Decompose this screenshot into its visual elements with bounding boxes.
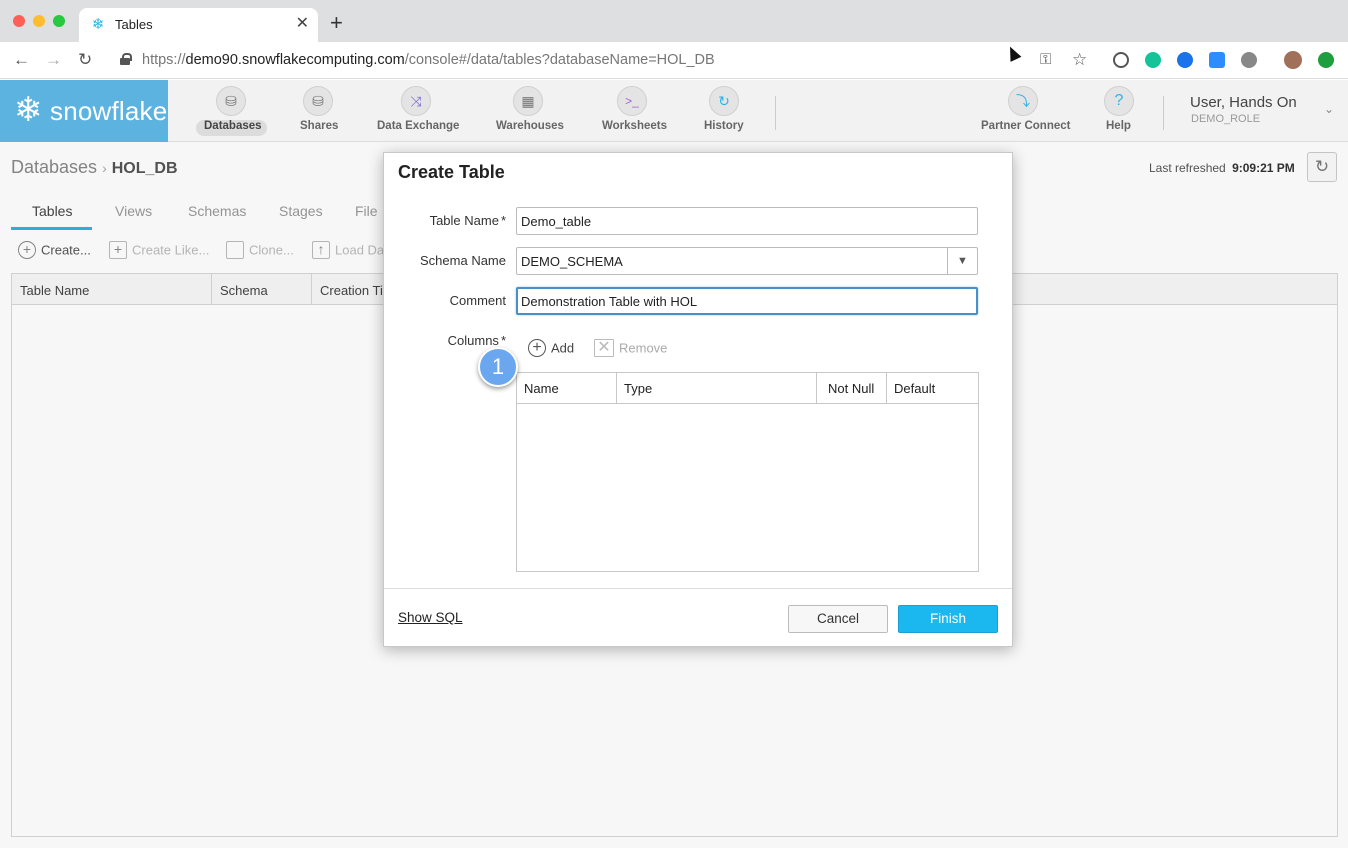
user-role: DEMO_ROLE	[1191, 113, 1261, 125]
grid-icon: ▦	[513, 86, 543, 116]
terminal-icon: >_	[617, 86, 647, 116]
grammarly-extension-icon[interactable]	[1145, 52, 1161, 68]
star-icon[interactable]: ☆	[1072, 50, 1087, 70]
back-arrow-icon[interactable]: ←	[13, 50, 30, 70]
nav-label: Data Exchange	[377, 120, 460, 132]
url-field[interactable]: https://demo90.snowflakecomputing.com/co…	[108, 46, 1098, 75]
nav-partner-connect[interactable]: ⤵ Partner Connect	[980, 80, 1071, 142]
nav-label: Help	[1106, 120, 1131, 132]
cancel-button[interactable]: Cancel	[788, 605, 888, 633]
key-icon[interactable]: ⚿	[1040, 50, 1051, 70]
nav-label: Shares	[300, 120, 339, 132]
nav-label: Warehouses	[496, 120, 564, 132]
plus-circle-icon: +	[528, 339, 546, 357]
remove-icon: ✕	[594, 339, 614, 357]
remove-label: Remove	[619, 340, 668, 356]
dialog-title: Create Table	[398, 162, 505, 182]
reload-icon[interactable]: ↻	[78, 50, 92, 70]
browser-tab[interactable]: ❄ Tables ✕	[79, 8, 318, 42]
nav-history[interactable]: ↻ History	[703, 80, 745, 142]
header-divider	[775, 96, 776, 130]
comment-label: Comment	[449, 293, 506, 308]
finish-button[interactable]: Finish	[898, 605, 998, 633]
snowflake-logo-icon: ❄	[14, 91, 43, 129]
header-divider	[1163, 96, 1164, 130]
extension-icon[interactable]	[1241, 52, 1257, 68]
show-sql-link[interactable]: Show SQL	[398, 610, 463, 625]
database-icon: ⛁	[216, 86, 246, 116]
url-path: /console#/data/tables?databaseName=HOL_D…	[404, 52, 715, 68]
column-header-not-null[interactable]: Not Null	[817, 373, 887, 404]
logo-text: snowflake	[50, 96, 168, 126]
comment-input[interactable]: Demonstration Table with HOL	[516, 287, 978, 315]
columns-grid: Name Type Not Null Default	[516, 372, 979, 572]
columns-label-text: Columns	[447, 333, 499, 348]
nav-label: Partner Connect	[981, 120, 1071, 132]
schema-name-select[interactable]: DEMO_SCHEMA ▼	[516, 247, 978, 275]
nav-label: Worksheets	[602, 120, 667, 132]
nav-worksheets[interactable]: >_ Worksheets	[601, 80, 667, 142]
password-extension-icon[interactable]	[1113, 52, 1129, 68]
profile-avatar[interactable]	[1284, 51, 1302, 69]
schema-name-value: DEMO_SCHEMA	[521, 254, 623, 269]
url-scheme: https://	[142, 52, 186, 68]
required-mark: *	[500, 213, 506, 228]
shuffle-icon: ⤨	[401, 86, 431, 116]
step-badge: 1	[478, 347, 518, 387]
window-close-button[interactable]	[13, 15, 25, 27]
add-column-button[interactable]: + Add	[528, 339, 575, 358]
add-label: Add	[551, 340, 575, 356]
create-table-dialog: Create Table Table Name * Demo_table Sche…	[383, 152, 1013, 647]
url-host: demo90.snowflakecomputing.com	[185, 52, 405, 68]
columns-label: Columns *	[384, 333, 506, 348]
update-icon[interactable]	[1318, 52, 1334, 68]
partner-connect-icon: ⤵	[1008, 86, 1038, 116]
nav-label: History	[704, 120, 744, 132]
window-minimize-button[interactable]	[33, 15, 45, 27]
table-name-input[interactable]: Demo_table	[516, 207, 978, 235]
dialog-footer: Show SQL Cancel Finish	[384, 588, 1012, 647]
browser-tab-title: Tables	[115, 17, 153, 32]
nav-databases[interactable]: ⛁ Databases	[196, 80, 267, 142]
zoom-extension-icon[interactable]	[1209, 52, 1225, 68]
browser-tab-bar: ❄ Tables ✕ +	[0, 0, 1348, 42]
schema-name-label: Schema Name	[420, 253, 506, 268]
window-maximize-button[interactable]	[53, 15, 65, 27]
table-name-label-text: Table Name	[429, 213, 499, 228]
nav-help[interactable]: ? Help	[1104, 80, 1134, 142]
app-header: ❄ snowflake ⛁ Databases ⛁ Shares ⤨ Data …	[0, 80, 1348, 142]
table-name-label: Table Name *	[384, 213, 506, 228]
column-header-name[interactable]: Name	[517, 373, 617, 404]
nav-label: Databases	[204, 120, 262, 132]
nav-warehouses[interactable]: ▦ Warehouses	[495, 80, 564, 142]
chevron-down-icon[interactable]: ⌄	[1324, 102, 1334, 116]
forward-arrow-icon[interactable]: →	[45, 50, 62, 70]
snowflake-favicon-icon: ❄	[91, 16, 105, 33]
remove-column-button[interactable]: ✕ Remove	[594, 339, 668, 358]
nav-shares[interactable]: ⛁ Shares	[296, 80, 340, 142]
refresh-icon: ↻	[709, 86, 739, 116]
help-icon: ?	[1104, 86, 1134, 116]
required-mark: *	[500, 333, 506, 348]
tab-close-icon[interactable]: ✕	[296, 15, 309, 33]
column-header-default[interactable]: Default	[887, 373, 979, 404]
nav-data-exchange[interactable]: ⤨ Data Exchange	[376, 80, 460, 142]
lock-icon	[120, 53, 132, 65]
chevron-down-icon[interactable]: ▼	[947, 248, 977, 274]
new-tab-icon[interactable]: +	[330, 12, 343, 34]
user-name[interactable]: User, Hands On	[1190, 94, 1297, 111]
share-icon: ⛁	[303, 86, 333, 116]
extension-icon[interactable]	[1177, 52, 1193, 68]
columns-grid-header: Name Type Not Null Default	[517, 373, 978, 404]
column-header-type[interactable]: Type	[617, 373, 817, 404]
snowflake-logo[interactable]: ❄ snowflake	[0, 80, 168, 142]
